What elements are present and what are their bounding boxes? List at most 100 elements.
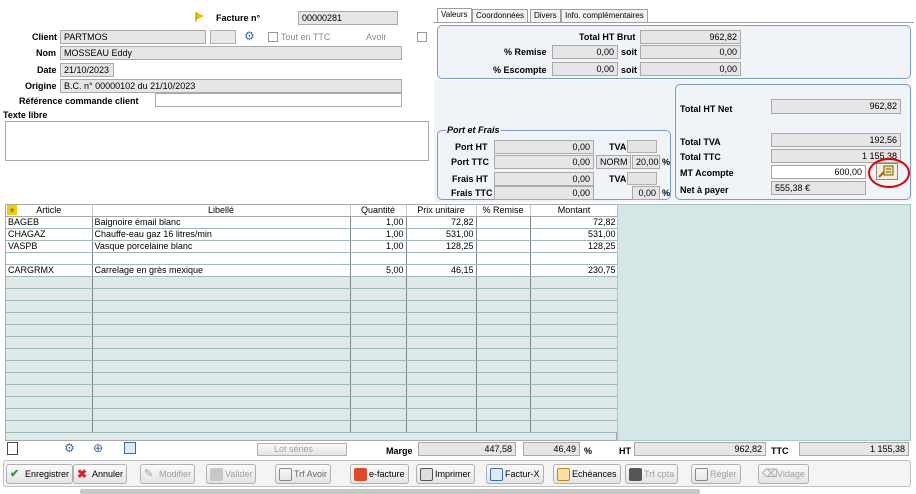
- annuler-button[interactable]: ✖ Annuler: [73, 464, 128, 484]
- cell-quantite[interactable]: 1,00: [350, 240, 407, 253]
- tab-valeurs[interactable]: Valeurs: [437, 8, 472, 22]
- cell-libelle[interactable]: [92, 324, 351, 337]
- cell-montant[interactable]: [530, 312, 619, 325]
- cell-prix[interactable]: [406, 348, 477, 361]
- cell-quantite[interactable]: [350, 336, 407, 349]
- cell-montant[interactable]: 128,25: [530, 240, 619, 253]
- cell-remise[interactable]: [476, 300, 531, 313]
- cell-remise[interactable]: [476, 408, 531, 421]
- cell-quantite[interactable]: [350, 312, 407, 325]
- cell-article[interactable]: [6, 288, 93, 301]
- cell-quantite[interactable]: 5,00: [350, 264, 407, 277]
- remise-pct-field[interactable]: 0,00: [552, 45, 618, 59]
- factur-x-button[interactable]: Factur-X: [486, 464, 544, 484]
- cell-remise[interactable]: [476, 252, 531, 265]
- cell-libelle[interactable]: [92, 372, 351, 385]
- cell-remise[interactable]: [476, 240, 531, 253]
- cell-montant[interactable]: [530, 384, 619, 397]
- table-row[interactable]: [6, 420, 619, 433]
- table-row[interactable]: [6, 372, 619, 385]
- cell-montant[interactable]: [530, 372, 619, 385]
- port-ttc-field[interactable]: 0,00: [494, 155, 594, 169]
- table-row[interactable]: VASPB Vasque porcelaine blanc 1,00 128,25 12…: [6, 240, 619, 253]
- table-row[interactable]: [6, 396, 619, 409]
- cell-libelle[interactable]: [92, 396, 351, 409]
- cell-montant[interactable]: [530, 288, 619, 301]
- cell-prix[interactable]: 46,15: [406, 264, 477, 277]
- cell-remise[interactable]: [476, 336, 531, 349]
- escompte-pct-field[interactable]: 0,00: [552, 62, 618, 76]
- nom-field[interactable]: MOSSEAU Eddy: [60, 46, 402, 60]
- cell-quantite[interactable]: 1,00: [350, 216, 407, 229]
- cell-montant[interactable]: [530, 396, 619, 409]
- cell-prix[interactable]: [406, 360, 477, 373]
- cell-libelle[interactable]: [92, 384, 351, 397]
- cell-article[interactable]: BAGEB: [6, 216, 93, 229]
- cell-libelle[interactable]: [92, 360, 351, 373]
- cell-remise[interactable]: [476, 216, 531, 229]
- cell-montant[interactable]: [530, 420, 619, 433]
- table-row[interactable]: [6, 360, 619, 373]
- table-row[interactable]: [6, 312, 619, 325]
- echeances-button[interactable]: Echéances: [553, 464, 621, 484]
- cell-prix[interactable]: [406, 336, 477, 349]
- cell-article[interactable]: VASPB: [6, 240, 93, 253]
- cell-libelle[interactable]: [92, 288, 351, 301]
- cell-libelle[interactable]: [92, 276, 351, 289]
- lot-series-button[interactable]: Lot séries: [257, 443, 347, 456]
- cell-prix[interactable]: [406, 420, 477, 433]
- cell-article[interactable]: [6, 360, 93, 373]
- cell-montant[interactable]: [530, 276, 619, 289]
- column-header-remise[interactable]: % Remise: [476, 205, 531, 217]
- cell-libelle[interactable]: [92, 348, 351, 361]
- origine-field[interactable]: B.C. n° 00000102 du 21/10/2023: [60, 79, 402, 93]
- cell-article[interactable]: [6, 372, 93, 385]
- cell-libelle[interactable]: [92, 336, 351, 349]
- tab-divers[interactable]: Divers: [530, 9, 561, 22]
- port-tva-button[interactable]: [627, 140, 657, 153]
- cell-remise[interactable]: [476, 324, 531, 337]
- client-field[interactable]: PARTMOS: [60, 30, 206, 44]
- add-line-icon[interactable]: +: [7, 205, 17, 215]
- port-ht-field[interactable]: 0,00: [494, 140, 594, 154]
- cell-libelle[interactable]: [92, 408, 351, 421]
- column-header-montant[interactable]: Montant: [530, 205, 619, 217]
- cell-montant[interactable]: [530, 252, 619, 265]
- cell-quantite[interactable]: [350, 384, 407, 397]
- column-header-prix[interactable]: Prix unitaire: [406, 205, 477, 217]
- cell-prix[interactable]: [406, 408, 477, 421]
- cell-quantite[interactable]: [350, 408, 407, 421]
- cell-article[interactable]: [6, 348, 93, 361]
- modifier-button[interactable]: ✎ Modifier: [140, 464, 196, 484]
- cell-prix[interactable]: [406, 276, 477, 289]
- client-lookup-button[interactable]: [210, 30, 236, 44]
- table-row[interactable]: [6, 252, 619, 265]
- cell-article[interactable]: [6, 276, 93, 289]
- cell-quantite[interactable]: [350, 288, 407, 301]
- cell-libelle[interactable]: Carrelage en grès mexique: [92, 264, 351, 277]
- frais-tva-button[interactable]: [627, 172, 657, 185]
- cell-montant[interactable]: 72,82: [530, 216, 619, 229]
- cell-quantite[interactable]: [350, 348, 407, 361]
- cell-article[interactable]: [6, 408, 93, 421]
- cell-remise[interactable]: [476, 228, 531, 241]
- trf-cpta-button[interactable]: Trf cpta: [625, 464, 679, 484]
- cell-libelle[interactable]: [92, 300, 351, 313]
- cell-montant[interactable]: [530, 348, 619, 361]
- cell-remise[interactable]: [476, 396, 531, 409]
- settings-gear-icon[interactable]: ⚙: [244, 30, 255, 42]
- valider-button[interactable]: Valider: [206, 464, 257, 484]
- trf-avoir-button[interactable]: Trf Avoir: [275, 464, 332, 484]
- imprimer-button[interactable]: Imprimer: [416, 464, 475, 484]
- cell-montant[interactable]: 230,75: [530, 264, 619, 277]
- table-row[interactable]: CHAGAZ Chauffe-eau gaz 16 litres/min 1,00 5…: [6, 228, 619, 241]
- cell-article[interactable]: [6, 384, 93, 397]
- cell-prix[interactable]: [406, 384, 477, 397]
- horizontal-scrollbar[interactable]: [80, 489, 700, 494]
- cell-quantite[interactable]: [350, 276, 407, 289]
- enregistrer-button[interactable]: ✔ Enregistrer: [6, 464, 74, 484]
- cell-remise[interactable]: [476, 348, 531, 361]
- cell-quantite[interactable]: [350, 324, 407, 337]
- cell-prix[interactable]: 72,82: [406, 216, 477, 229]
- lines-grid[interactable]: + Article Libellé Quantité Prix unitaire …: [5, 204, 619, 441]
